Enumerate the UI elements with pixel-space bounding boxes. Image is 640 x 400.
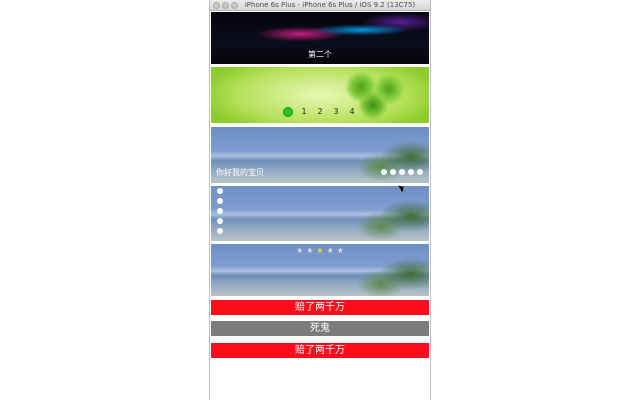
page-dot[interactable] [217,228,223,234]
page-indicator-item[interactable]: 2 [315,107,325,117]
page-dot[interactable] [217,198,223,204]
banner-clover[interactable]: 1 1 2 3 4 [211,67,429,123]
page-dot[interactable] [399,169,405,175]
vertical-page-indicator [217,188,223,234]
window-title: iPhone 6s Plus - iPhone 6s Plus / iOS 9.… [244,1,416,9]
marquee-bar-red[interactable]: 赔了两千万 [211,300,429,315]
banner-caption: 你好我的宝贝 [216,168,264,177]
star-page-indicator: ★ ★ ★ ★ ★ [211,246,429,256]
marquee-bar-gray[interactable]: 死鬼 [211,321,429,336]
star-icon[interactable]: ★ [306,246,313,256]
window-titlebar: iPhone 6s Plus - iPhone 6s Plus / iOS 9.… [210,0,430,11]
banner-caption: 第二个 [308,50,332,59]
page-indicator: 1 1 2 3 4 [211,107,429,117]
page-dot[interactable] [217,208,223,214]
banner-beach-vertical-dots[interactable] [211,186,429,241]
page-dot[interactable] [217,218,223,224]
page-dot[interactable] [390,169,396,175]
banner-beach-stars[interactable]: ★ ★ ★ ★ ★ [211,244,429,296]
banner-abstract-swirl[interactable]: 第二个 [211,12,429,64]
page-dot[interactable] [381,169,387,175]
page-dot[interactable] [417,169,423,175]
star-icon[interactable]: ★ [337,246,344,256]
page-indicator-item[interactable]: 4 [347,107,357,117]
marquee-bar-red[interactable]: 赔了两千万 [211,343,429,358]
page-indicator-item[interactable]: 1 [283,107,293,117]
star-icon[interactable]: ★ [327,246,334,256]
page-indicator-item[interactable]: 3 [331,107,341,117]
star-icon[interactable]: ★ [316,246,323,256]
star-icon[interactable]: ★ [296,246,303,256]
page-indicator-item[interactable]: 1 [299,107,309,117]
banner-beach-captioned[interactable]: 你好我的宝贝 [211,127,429,183]
simulator-window: iPhone 6s Plus - iPhone 6s Plus / iOS 9.… [209,0,431,400]
device-screen: 第二个 1 1 2 3 4 你好我的宝贝 ★ ★ ★ ★ ★ 赔了两千万 死鬼 … [211,12,429,400]
page-dot[interactable] [408,169,414,175]
page-indicator-dots [381,169,423,175]
close-button-icon[interactable] [213,2,220,9]
page-dot[interactable] [217,188,223,194]
minimize-button-icon[interactable] [222,2,229,9]
